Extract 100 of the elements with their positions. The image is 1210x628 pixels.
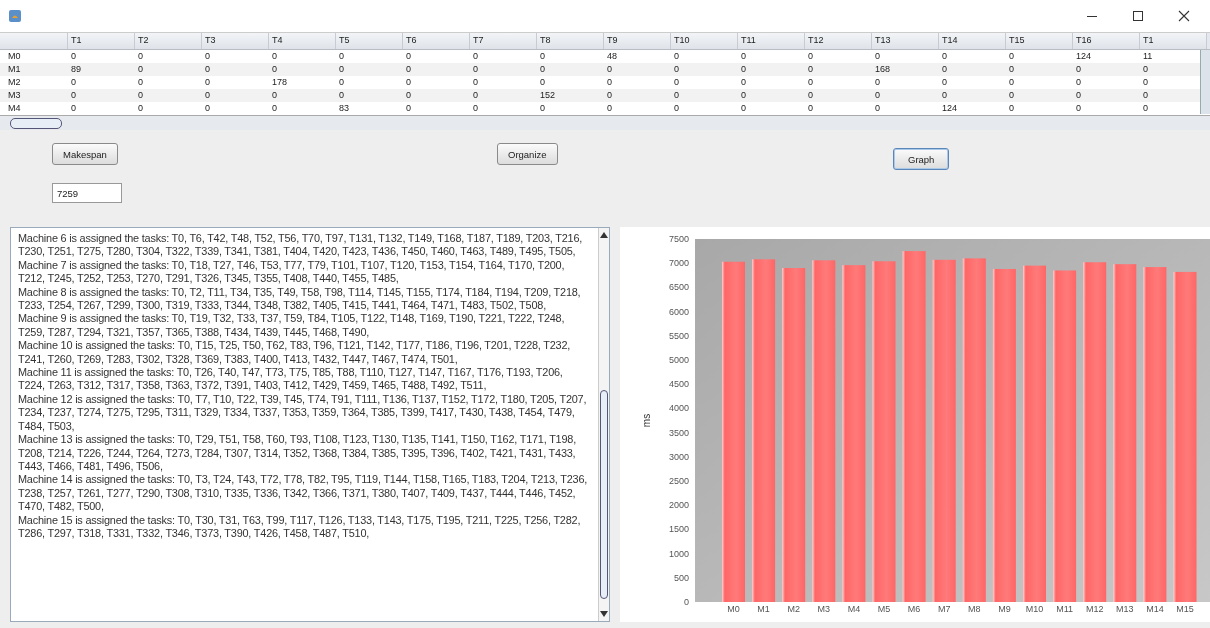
- vertical-scrollbar[interactable]: [1200, 50, 1210, 114]
- table-cell-text: 83: [338, 102, 350, 115]
- graph-button[interactable]: Graph: [893, 148, 950, 170]
- x-tick-label: M6: [907, 604, 921, 612]
- table-cell-text: 0: [1142, 102, 1149, 115]
- table-cell-text: 0: [204, 89, 211, 102]
- assignment-text: Machine 8 is assigned the tasks: T0, T2, T11, T34, T35, T49, T58, T98, T114, T145, T155, T174, T184, T194, T209, T218, T233, T254, T267, T299, T300, T319, T333, T344, T348, T382, T405, T415, T441, T464, T471, T483, T502, T508,: [18, 285, 582, 313]
- table-cell-text: M2: [7, 76, 22, 89]
- table-cell-text: 0: [941, 76, 948, 89]
- y-tick-label: 1500: [668, 524, 689, 535]
- column-header[interactable]: T11: [738, 33, 805, 49]
- column-header[interactable]: T9: [604, 33, 671, 49]
- table-cell-text: 0: [673, 50, 680, 63]
- x-tick-label: M12: [1085, 604, 1104, 612]
- x-tick-label: M15: [1176, 604, 1194, 612]
- table-cell-text: M1: [7, 63, 22, 76]
- table-cell-text: 0: [1075, 89, 1082, 102]
- y-tick-label: 4000: [668, 403, 689, 414]
- output-text-area[interactable]: [10, 227, 610, 622]
- table-cell-text: 0: [606, 76, 613, 89]
- table-cell-text: 0: [338, 63, 345, 76]
- table-cell-text: 0: [1008, 76, 1015, 89]
- y-tick-label: 6000: [668, 306, 689, 317]
- x-tick-label: M7: [937, 604, 951, 612]
- assignment-text: Machine 12 is assigned the tasks: T0, T7, T10, T22, T39, T45, T74, T91, T111, T136, T137, T152, T172, T180, T205, T207, T234, T237, T274, T275, T295, T311, T329, T334, T337, T353, T359, T364, T385, T399, T417, T430, T438, T454, T479, T484, T503,: [18, 392, 588, 434]
- y-tick-label: 5000: [668, 355, 689, 365]
- x-tick-label: M2: [787, 604, 800, 612]
- y-tick-label: 1000: [668, 548, 689, 559]
- table-cell-text: 0: [606, 102, 613, 115]
- table-cell-text: M4: [7, 102, 22, 115]
- table-cell-text: 0: [405, 50, 412, 63]
- assignment-text: Machine 9 is assigned the tasks: T0, T19, T32, T33, T37, T59, T84, T105, T122, T148, T169, T190, T221, T222, T248, T259, T287, T294, T321, T357, T365, T388, T434, T439, T445, T468, T490,: [18, 312, 566, 340]
- table-cell-text: 152: [539, 89, 557, 102]
- assignment-text: Machine 14 is assigned the tasks: T0, T3, T24, T43, T72, T78, T82, T95, T119, T144, T158, T165, T183, T204, T213, T236, T238, T257, T261, T277, T290, T308, T310, T335, T336, T342, T366, T371, T380, T407, T409, T437, T444, T446, T452, T470, T482, T500,: [18, 473, 589, 514]
- column-header[interactable]: T13: [872, 33, 939, 49]
- table-cell-text: 0: [70, 102, 77, 115]
- table-cell-text: 11: [1142, 50, 1154, 63]
- table-cell-text: 0: [204, 76, 211, 89]
- column-header[interactable]: T6: [403, 33, 470, 49]
- assignment-text: Machine 6 is assigned the tasks: T0, T6, T42, T48, T52, T56, T70, T97, T131, T132, T149, T168, T187, T189, T203, T216, T230, T251, T275, T280, T304, T322, T339, T341, T381, T404, T420, T423, T436, T450, T460, T463, T489, T495, T505,: [18, 232, 584, 259]
- column-header[interactable]: T12: [805, 33, 872, 49]
- table-cell-text: 89: [70, 63, 82, 76]
- makespan-button[interactable]: Makespan: [52, 143, 118, 165]
- maximize-icon[interactable]: [1132, 10, 1144, 22]
- assignment-text: Machine 15 is assigned the tasks: T0, T30, T31, T63, T99, T117, T126, T133, T143, T175, T195, T211, T225, T256, T282, T286, T297, T318, T331, T332, T346, T373, T390, T426, T458, T487, T510,: [18, 513, 582, 541]
- organize-button[interactable]: Organize: [497, 143, 558, 165]
- close-icon[interactable]: [1178, 10, 1190, 22]
- table-cell-text: 0: [874, 102, 881, 115]
- column-header[interactable]: T15: [1006, 33, 1073, 49]
- column-header[interactable]: T8: [537, 33, 604, 49]
- table-cell-text: 0: [539, 76, 546, 89]
- table-cell-text: 0: [740, 63, 747, 76]
- column-header[interactable]: T3: [202, 33, 269, 49]
- table-cell-text: 0: [70, 76, 77, 89]
- makespan-field[interactable]: 7259: [52, 183, 122, 203]
- table-cell-text: 0: [405, 76, 412, 89]
- table-cell-text: 0: [874, 76, 881, 89]
- horizontal-scrollbar[interactable]: [0, 115, 1210, 130]
- table-cell-text: 0: [807, 50, 814, 63]
- column-header[interactable]: T10: [671, 33, 738, 49]
- table-cell-text: 0: [807, 89, 814, 102]
- column-header[interactable]: T14: [939, 33, 1006, 49]
- column-header[interactable]: T1: [68, 33, 135, 49]
- table-cell-text: 168: [874, 63, 892, 76]
- assignment-text: Machine 10 is assigned the tasks: T0, T15, T25, T50, T62, T83, T96, T121, T142, T177, T186, T196, T201, T228, T232, T241, T260, T269, T283, T302, T328, T369, T383, T400, T413, T432, T447, T467, T474, T501,: [18, 339, 572, 367]
- x-tick-label: M4: [847, 604, 861, 612]
- scroll-down-icon[interactable]: [600, 611, 608, 617]
- y-tick-label: 7500: [668, 234, 689, 244]
- table-cell-text: 0: [271, 102, 278, 115]
- java-app-icon: [8, 9, 22, 23]
- table-cell-text: 0: [673, 89, 680, 102]
- scroll-up-icon[interactable]: [600, 232, 608, 238]
- table-cell-text: 0: [1008, 102, 1015, 115]
- column-header[interactable]: T1: [1140, 33, 1207, 49]
- table-cell-text: 0: [1075, 63, 1082, 76]
- column-header[interactable]: T5: [336, 33, 403, 49]
- scrollbar-thumb[interactable]: [600, 390, 608, 599]
- table-cell-text: 0: [1142, 76, 1149, 89]
- table-cell-text: 0: [941, 89, 948, 102]
- column-header[interactable]: T4: [269, 33, 336, 49]
- x-tick-label: M14: [1146, 604, 1164, 612]
- table-cell-text: M3: [7, 89, 22, 102]
- table-cell-text: 0: [472, 89, 479, 102]
- column-header[interactable]: T16: [1073, 33, 1140, 49]
- column-header[interactable]: T7: [470, 33, 537, 49]
- table-cell-text: 0: [941, 63, 948, 76]
- table-cell-text: 0: [472, 76, 479, 89]
- table-cell-text: 0: [740, 50, 747, 63]
- table-cell-text: 178: [271, 76, 289, 89]
- table-cell-text: 0: [338, 76, 345, 89]
- column-header[interactable]: T2: [135, 33, 202, 49]
- table-cell-text: 0: [137, 63, 144, 76]
- table-cell-text: M0: [7, 50, 22, 63]
- y-tick-label: 2000: [668, 500, 689, 511]
- table-cell-text: 0: [271, 89, 278, 102]
- table-cell-text: 0: [673, 102, 680, 115]
- table-cell-text: 0: [606, 63, 613, 76]
- table-cell-text: 124: [941, 102, 959, 115]
- table-cell-text: 0: [1075, 76, 1082, 89]
- table-cell-text: 0: [1142, 89, 1149, 102]
